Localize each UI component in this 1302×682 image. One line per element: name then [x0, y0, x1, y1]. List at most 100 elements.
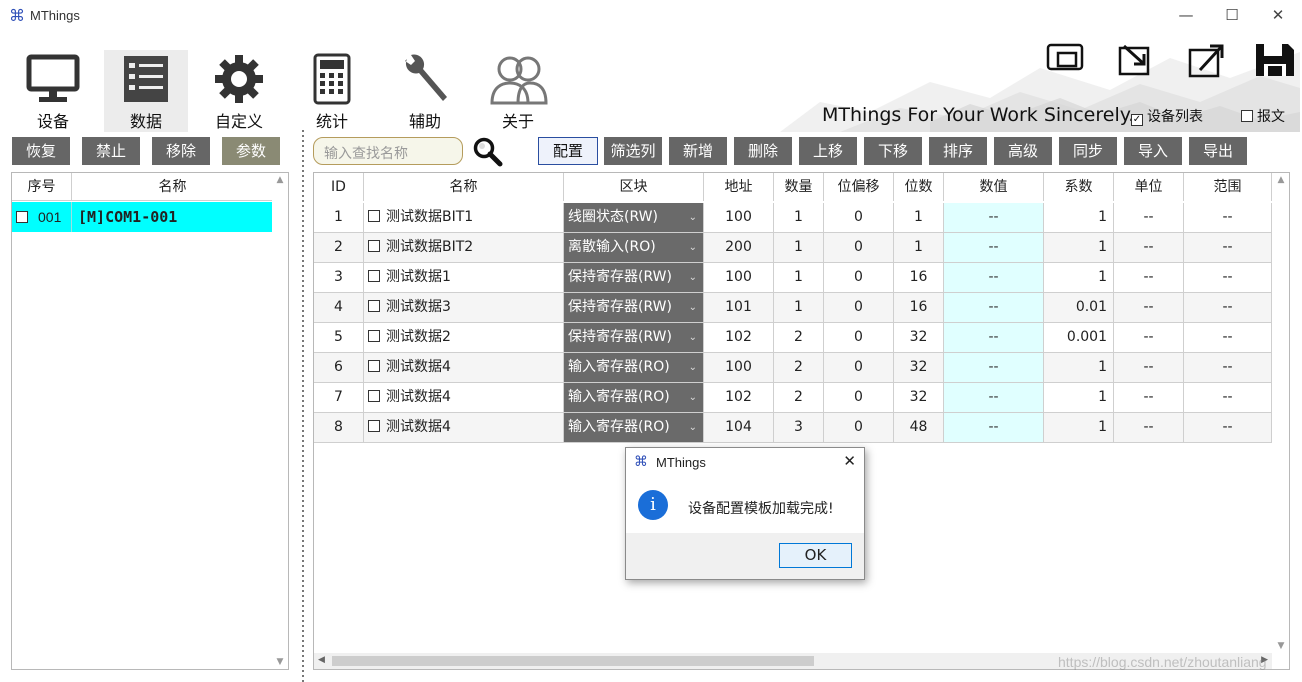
row-checkbox[interactable]: [368, 330, 380, 342]
delete-button[interactable]: 删除: [734, 137, 792, 165]
cell-block[interactable]: 线圈状态(RW) ⌄: [564, 203, 704, 232]
cell-block[interactable]: 输入寄存器(RO) ⌄: [564, 353, 704, 382]
table-row[interactable]: 8 测试数据4 输入寄存器(RO) ⌄ 104 3 0 48 -- 1 -- --: [314, 413, 1272, 443]
export-button[interactable]: 导出: [1189, 137, 1247, 165]
filter-columns-button[interactable]: 筛选列: [604, 137, 662, 165]
column-header-id[interactable]: ID: [314, 173, 364, 201]
nav-about[interactable]: 关于: [476, 50, 560, 132]
sync-button[interactable]: 同步: [1059, 137, 1117, 165]
column-header-range[interactable]: 范围: [1184, 173, 1272, 201]
column-header-unit[interactable]: 单位: [1114, 173, 1184, 201]
device-list-toggle[interactable]: ✓ 设备列表: [1131, 106, 1203, 126]
chevron-down-icon[interactable]: ⌄: [689, 413, 697, 442]
disable-button[interactable]: 禁止: [82, 137, 140, 165]
dialog-message: 设备配置模板加载完成!: [688, 501, 834, 517]
scroll-thumb[interactable]: [332, 656, 814, 666]
chevron-down-icon[interactable]: ⌄: [689, 383, 697, 412]
add-button[interactable]: 新增: [669, 137, 727, 165]
cell-id: 7: [314, 383, 364, 412]
row-checkbox[interactable]: [368, 270, 380, 282]
table-row[interactable]: 5 测试数据2 保持寄存器(RW) ⌄ 102 2 0 32 -- 0.001 -- --: [314, 323, 1272, 353]
nav-devices[interactable]: 设备: [11, 50, 95, 132]
chevron-down-icon[interactable]: ⌄: [689, 263, 697, 292]
cell-count: 2: [774, 383, 824, 412]
column-header-name[interactable]: 名称: [364, 173, 564, 201]
device-table-scrollbar[interactable]: ▲ ▼: [272, 173, 288, 669]
scroll-left-icon[interactable]: ◀: [318, 654, 325, 665]
dialog-close-button[interactable]: ✕: [843, 452, 856, 470]
search-icon[interactable]: [472, 136, 504, 168]
close-button[interactable]: ✕: [1255, 0, 1301, 30]
row-checkbox[interactable]: [368, 240, 380, 252]
window-restore-icon[interactable]: [1046, 42, 1086, 78]
ok-button[interactable]: OK: [779, 543, 852, 568]
column-header-address[interactable]: 地址: [704, 173, 774, 201]
params-button[interactable]: 参数: [222, 137, 280, 165]
config-button[interactable]: 配置: [538, 137, 598, 165]
row-checkbox[interactable]: [368, 210, 380, 222]
maximize-button[interactable]: ☐: [1209, 0, 1255, 30]
cell-block[interactable]: 离散输入(RO) ⌄: [564, 233, 704, 262]
packet-checkbox[interactable]: [1241, 110, 1253, 122]
column-header-bit-offset[interactable]: 位偏移: [824, 173, 894, 201]
scroll-down-icon[interactable]: ▼: [272, 657, 288, 667]
nav-data[interactable]: 数据: [104, 50, 188, 132]
remove-button[interactable]: 移除: [152, 137, 210, 165]
search-input[interactable]: 输入查找名称: [313, 137, 463, 165]
move-up-button[interactable]: 上移: [799, 137, 857, 165]
row-checkbox[interactable]: [368, 420, 380, 432]
table-row[interactable]: 1 测试数据BIT1 线圈状态(RW) ⌄ 100 1 0 1 -- 1 -- --: [314, 203, 1272, 233]
import-button[interactable]: 导入: [1124, 137, 1182, 165]
row-checkbox[interactable]: [368, 360, 380, 372]
cell-block[interactable]: 保持寄存器(RW) ⌄: [564, 293, 704, 322]
move-down-button[interactable]: 下移: [864, 137, 922, 165]
row-checkbox[interactable]: [368, 390, 380, 402]
column-header-block[interactable]: 区块: [564, 173, 704, 201]
column-header-bits[interactable]: 位数: [894, 173, 944, 201]
restore-button[interactable]: 恢复: [12, 137, 70, 165]
row-name-text: 测试数据2: [386, 329, 451, 345]
cell-name: 测试数据4: [364, 383, 564, 412]
chevron-down-icon[interactable]: ⌄: [689, 233, 697, 262]
column-header-name[interactable]: 名称: [72, 173, 274, 201]
chevron-down-icon[interactable]: ⌄: [689, 203, 697, 232]
advanced-button[interactable]: 高级: [994, 137, 1052, 165]
table-row[interactable]: 4 测试数据3 保持寄存器(RW) ⌄ 101 1 0 16 -- 0.01 -- --: [314, 293, 1272, 323]
nav-tools[interactable]: 辅助: [383, 50, 467, 132]
collapse-arrow-icon[interactable]: [1116, 42, 1156, 78]
table-row[interactable]: 2 测试数据BIT2 离散输入(RO) ⌄ 200 1 0 1 -- 1 -- --: [314, 233, 1272, 263]
save-disk-icon[interactable]: [1254, 42, 1296, 78]
row-checkbox[interactable]: [368, 300, 380, 312]
data-table-scrollbar[interactable]: ▲ ▼: [1273, 173, 1289, 669]
device-row-checkbox[interactable]: [16, 211, 28, 223]
block-select-value: 离散输入(RO): [568, 239, 656, 255]
chevron-down-icon[interactable]: ⌄: [689, 293, 697, 322]
cell-count: 1: [774, 263, 824, 292]
cell-bits: 32: [894, 383, 944, 412]
column-header-coefficient[interactable]: 系数: [1044, 173, 1114, 201]
device-list-checkbox[interactable]: ✓: [1131, 114, 1143, 126]
cell-block[interactable]: 输入寄存器(RO) ⌄: [564, 383, 704, 412]
column-header-index[interactable]: 序号: [12, 173, 72, 201]
cell-block[interactable]: 保持寄存器(RW) ⌄: [564, 323, 704, 352]
table-row[interactable]: 6 测试数据4 输入寄存器(RO) ⌄ 100 2 0 32 -- 1 -- --: [314, 353, 1272, 383]
column-header-count[interactable]: 数量: [774, 173, 824, 201]
packet-toggle[interactable]: 报文: [1241, 106, 1285, 126]
cell-block[interactable]: 输入寄存器(RO) ⌄: [564, 413, 704, 442]
sort-button[interactable]: 排序: [929, 137, 987, 165]
device-row[interactable]: 001 [M]COM1-001: [12, 202, 274, 232]
table-row[interactable]: 7 测试数据4 输入寄存器(RO) ⌄ 102 2 0 32 -- 1 -- --: [314, 383, 1272, 413]
cell-block[interactable]: 保持寄存器(RW) ⌄: [564, 263, 704, 292]
panel-splitter[interactable]: [300, 130, 306, 682]
table-row[interactable]: 3 测试数据1 保持寄存器(RW) ⌄ 100 1 0 16 -- 1 -- --: [314, 263, 1272, 293]
column-header-value[interactable]: 数值: [944, 173, 1044, 201]
chevron-down-icon[interactable]: ⌄: [689, 323, 697, 352]
nav-custom[interactable]: 自定义: [197, 50, 281, 132]
chevron-down-icon[interactable]: ⌄: [689, 353, 697, 382]
expand-arrow-icon[interactable]: [1186, 42, 1226, 78]
nav-statistics[interactable]: 统计: [290, 50, 374, 132]
scroll-up-icon[interactable]: ▲: [272, 175, 288, 185]
scroll-up-icon[interactable]: ▲: [1273, 175, 1289, 185]
scroll-down-icon[interactable]: ▼: [1273, 641, 1289, 651]
minimize-button[interactable]: —: [1163, 0, 1209, 30]
